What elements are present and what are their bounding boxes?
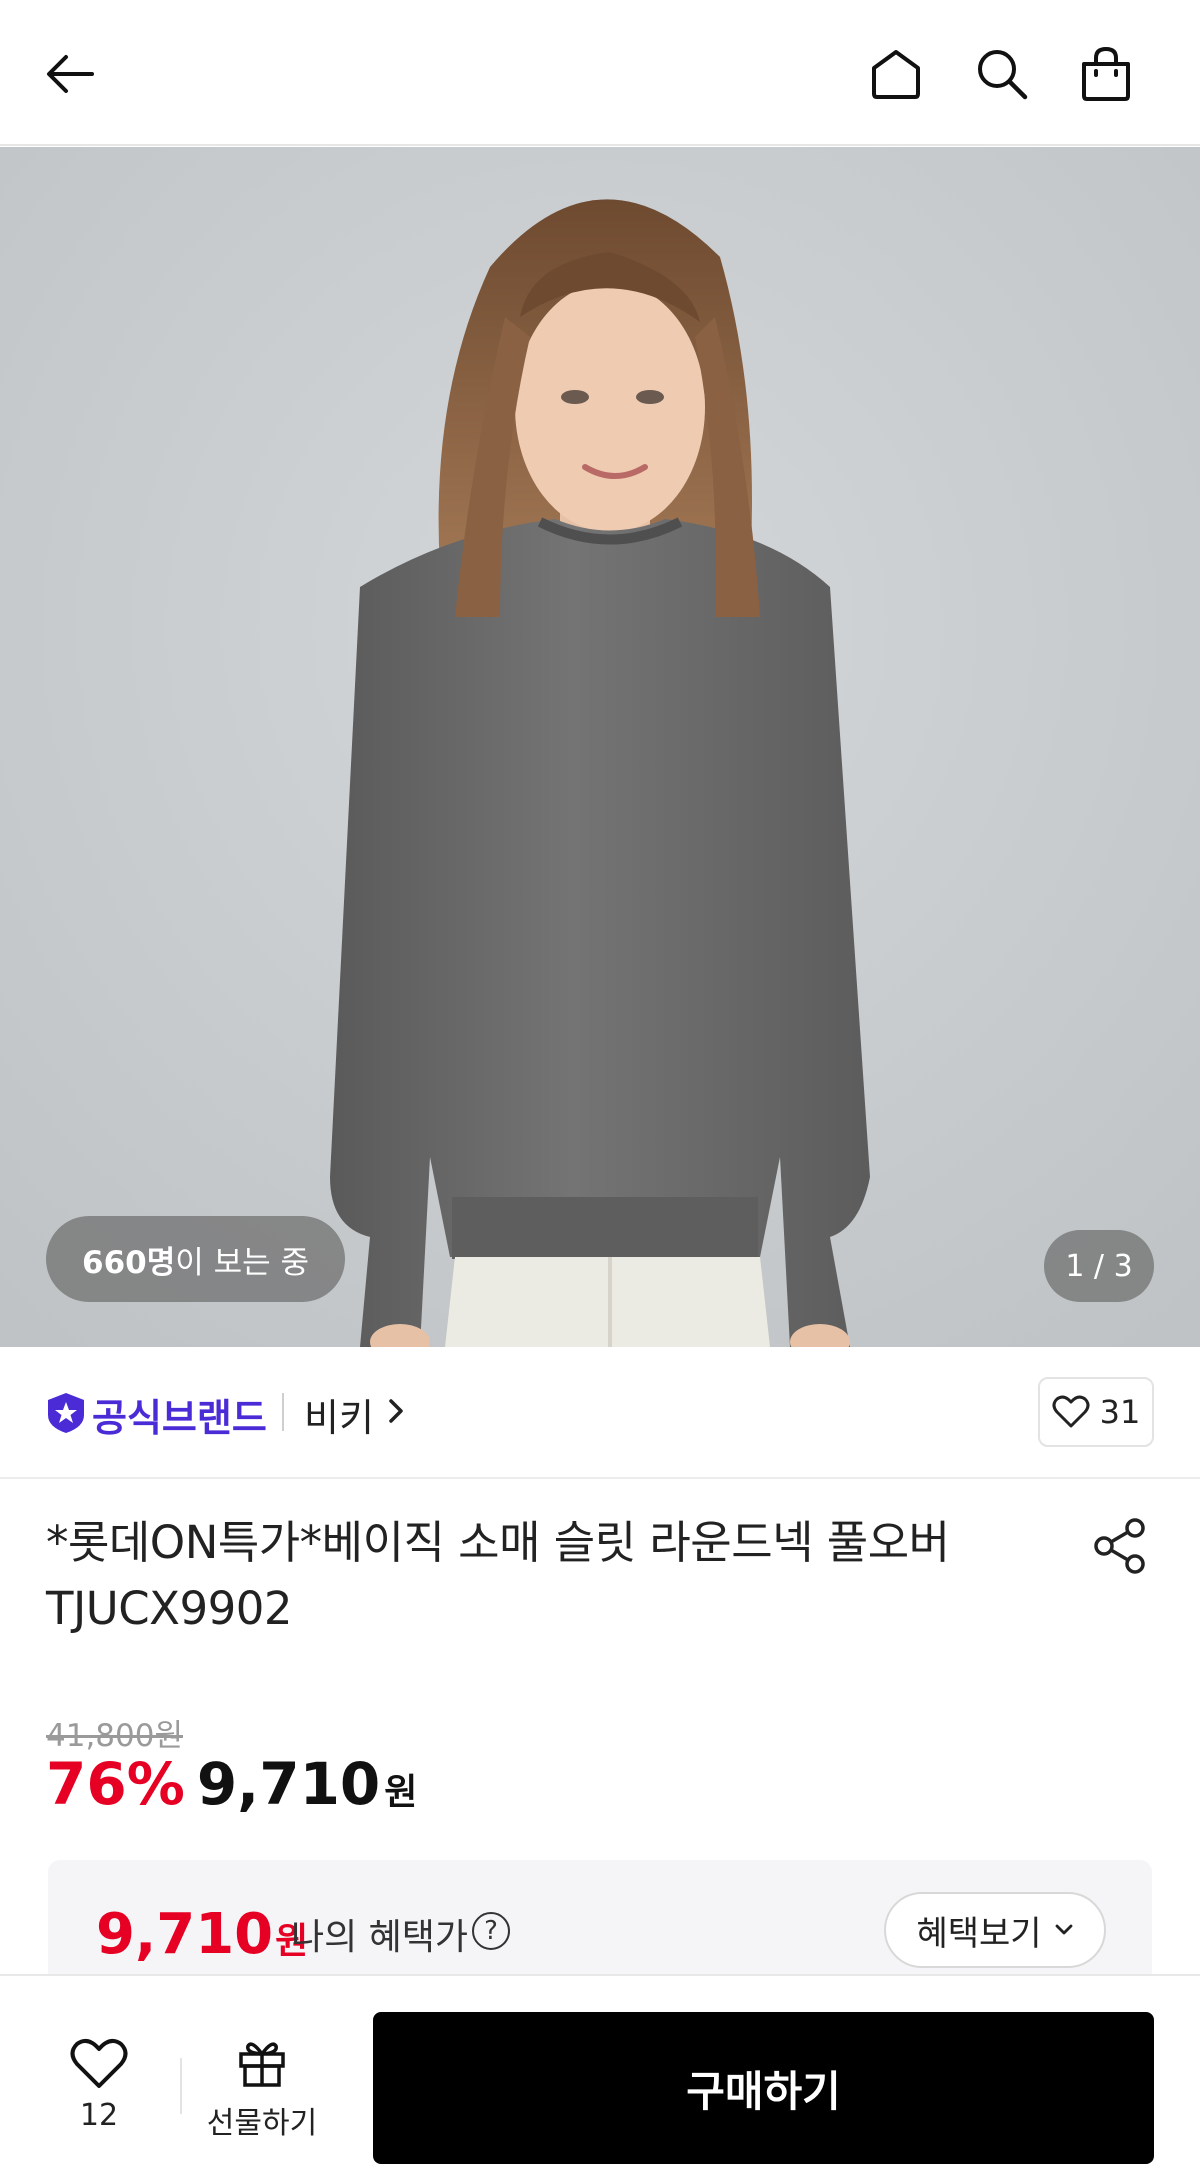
benefit-price-value: 9,710 xyxy=(96,1902,274,1967)
view-benefits-button[interactable]: 혜택보기 xyxy=(884,1892,1106,1968)
original-price: 41,800원 xyxy=(46,1718,183,1754)
wishlist-count: 12 xyxy=(79,2098,119,2133)
divider xyxy=(180,2058,182,2114)
viewers-suffix: 이 보는 중 xyxy=(175,1244,310,1281)
brand-like-button[interactable]: 31 xyxy=(1038,1377,1154,1447)
shopping-bag-icon[interactable] xyxy=(1074,42,1138,106)
image-pager: 1 / 3 xyxy=(1044,1230,1154,1302)
brand-like-count: 31 xyxy=(1099,1393,1141,1431)
heart-icon xyxy=(70,2038,128,2088)
buy-button[interactable]: 구매하기 xyxy=(373,2012,1154,2164)
help-icon[interactable]: ? xyxy=(472,1912,510,1950)
chevron-right-icon[interactable] xyxy=(384,1395,408,1427)
viewers-badge: 660명 이 보는 중 xyxy=(46,1216,346,1302)
discount-rate: 76% xyxy=(46,1750,185,1818)
top-bar xyxy=(0,0,1200,146)
sale-price: 9,710 xyxy=(196,1750,381,1818)
price-row: 76% 9,710 원 xyxy=(46,1750,417,1818)
share-icon[interactable] xyxy=(1090,1516,1150,1576)
viewers-count: 660명 xyxy=(82,1244,176,1281)
price-currency: 원 xyxy=(384,1772,418,1813)
official-brand-badge-icon xyxy=(48,1393,84,1433)
back-arrow-icon[interactable] xyxy=(38,42,102,106)
bottom-bar: 12 선물하기 구매하기 xyxy=(0,1974,1200,2165)
divider xyxy=(282,1393,284,1431)
wishlist-button[interactable]: 12 xyxy=(58,2038,140,2133)
brand-row: 공식브랜드 비키 31 xyxy=(0,1347,1200,1479)
gift-icon xyxy=(239,2042,285,2087)
view-benefits-label: 혜택보기 xyxy=(916,1913,1042,1954)
home-icon[interactable] xyxy=(864,42,928,106)
heart-icon xyxy=(1052,1395,1090,1428)
gift-button[interactable]: 선물하기 xyxy=(200,2036,324,2142)
model-photo xyxy=(0,147,1200,1347)
benefit-price: 9,710 원 xyxy=(96,1902,308,1967)
official-brand-label: 공식브랜드 xyxy=(92,1396,267,1440)
product-title: *롯데ON특가*베이직 소매 슬릿 라운드넥 풀오버 TJUCX9902 xyxy=(46,1516,950,1635)
search-icon[interactable] xyxy=(970,42,1034,106)
benefit-box: 9,710 원 나의 혜택가 ? 혜택보기 xyxy=(48,1860,1152,1980)
benefit-label: 나의 혜택가 xyxy=(291,1917,469,1958)
brand-name-link[interactable]: 비키 xyxy=(304,1387,374,1442)
gift-label: 선물하기 xyxy=(206,2106,318,2141)
chevron-down-icon xyxy=(1055,1924,1072,1935)
product-image[interactable]: 660명 이 보는 중 1 / 3 xyxy=(0,147,1200,1347)
